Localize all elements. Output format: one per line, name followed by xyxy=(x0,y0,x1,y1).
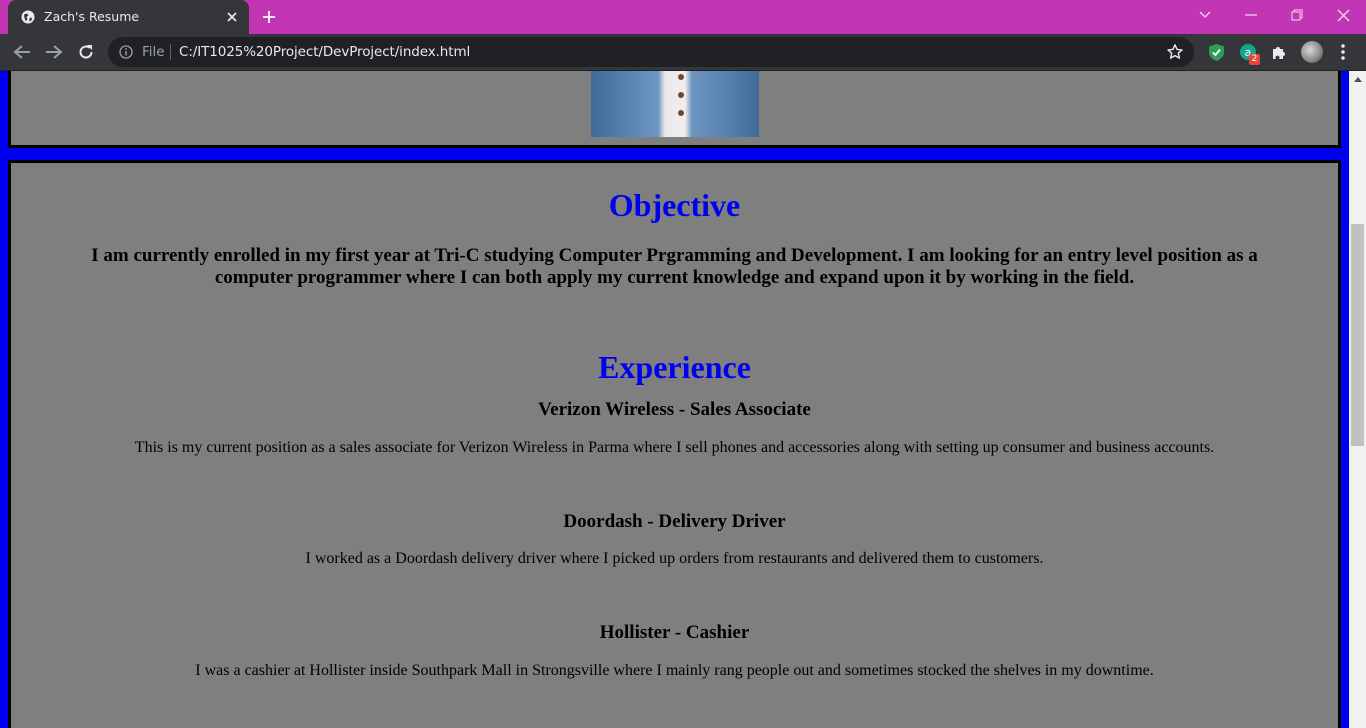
globe-icon xyxy=(21,10,35,24)
forward-arrow-icon[interactable] xyxy=(42,41,66,63)
tab-title: Zach's Resume xyxy=(44,9,140,24)
job-desc-doordash: I worked as a Doordash delivery driver w… xyxy=(305,550,1044,567)
back-arrow-icon[interactable] xyxy=(10,41,34,63)
grammar-extension-icon[interactable]: a 2 xyxy=(1237,41,1260,65)
restore-window-icon[interactable] xyxy=(1274,0,1320,30)
puzzle-extensions-icon[interactable] xyxy=(1268,41,1290,63)
close-tab-icon[interactable] xyxy=(224,9,240,25)
site-info-icon[interactable] xyxy=(119,45,133,59)
tab-zachs-resume[interactable]: Zach's Resume xyxy=(8,0,249,34)
file-scheme-label: File xyxy=(142,44,165,60)
job-desc-verizon: This is my current position as a sales a… xyxy=(134,439,1215,456)
extension-badge: 2 xyxy=(1249,54,1260,65)
objective-text: I am currently enrolled in my first year… xyxy=(91,245,1258,288)
profile-photo-section xyxy=(8,71,1341,148)
profile-avatar[interactable] xyxy=(1301,41,1323,63)
omnibox-separator xyxy=(170,44,171,60)
objective-heading: Objective xyxy=(608,187,741,223)
kebab-menu-icon[interactable] xyxy=(1336,43,1350,61)
bookmark-star-icon[interactable] xyxy=(1166,43,1184,61)
tab-strip: Zach's Resume xyxy=(0,0,1366,34)
scrollbar-thumb[interactable] xyxy=(1351,224,1364,446)
address-bar[interactable]: File C:/IT1025%20Project/DevProject/inde… xyxy=(108,37,1194,67)
profile-photo xyxy=(591,71,759,137)
job-title-verizon: Verizon Wireless - Sales Associate xyxy=(538,399,811,420)
reload-icon[interactable] xyxy=(74,41,98,63)
experience-heading: Experience xyxy=(598,349,751,385)
tab-search-icon[interactable] xyxy=(1182,0,1228,30)
vertical-scrollbar[interactable] xyxy=(1349,71,1366,728)
browser-toolbar: File C:/IT1025%20Project/DevProject/inde… xyxy=(0,34,1366,71)
job-title-doordash: Doordash - Delivery Driver xyxy=(563,511,786,532)
page-viewport: Objective I am currently enrolled in my … xyxy=(0,71,1366,728)
url-text[interactable]: C:/IT1025%20Project/DevProject/index.htm… xyxy=(179,44,470,60)
scroll-up-arrow-icon[interactable] xyxy=(1349,71,1366,88)
shield-extension-icon[interactable] xyxy=(1205,41,1227,63)
job-title-hollister: Hollister - Cashier xyxy=(599,622,750,643)
new-tab-plus-icon[interactable] xyxy=(260,8,278,26)
page-blue-frame: Objective I am currently enrolled in my … xyxy=(0,71,1349,728)
resume-content-section: Objective I am currently enrolled in my … xyxy=(8,160,1341,728)
close-window-icon[interactable] xyxy=(1320,0,1366,30)
minimize-window-icon[interactable] xyxy=(1228,0,1274,30)
job-desc-hollister: I was a cashier at Hollister inside Sout… xyxy=(195,662,1154,679)
